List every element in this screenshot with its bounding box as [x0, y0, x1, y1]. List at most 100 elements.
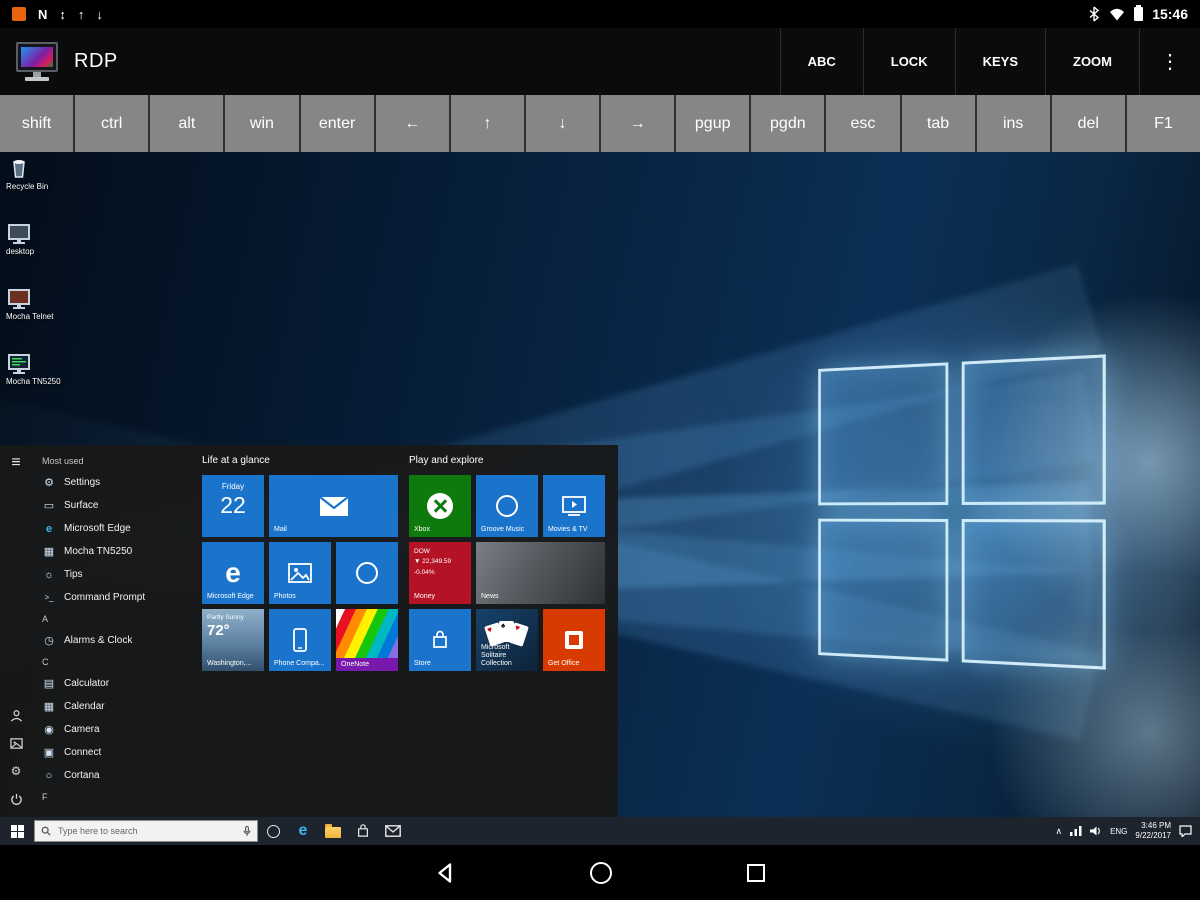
section-header-c[interactable]: C	[32, 652, 200, 672]
section-header-a[interactable]: A	[32, 609, 200, 629]
abc-button[interactable]: ABC	[780, 28, 863, 95]
money-tile[interactable]: DOW ▼ 22,349.59 -0.04% Money	[409, 542, 471, 604]
settings-icon[interactable]: ⚙	[8, 763, 24, 779]
zoom-button[interactable]: ZOOM	[1045, 28, 1139, 95]
tray-language[interactable]: ENG	[1110, 827, 1127, 836]
app-item-settings[interactable]: ⚙ Settings	[32, 471, 200, 494]
edge-icon: e	[299, 822, 308, 840]
edge-tile[interactable]: e Microsoft Edge	[202, 542, 264, 604]
bluetooth-icon	[1088, 6, 1100, 22]
start-button[interactable]	[0, 817, 34, 845]
key-esc[interactable]: esc	[826, 95, 901, 152]
app-item-tips[interactable]: ☼ Tips	[32, 563, 200, 586]
app-item-alarms-clock[interactable]: ◷ Alarms & Clock	[32, 629, 200, 652]
desktop-icon-list: Recycle Bin desktop Mocha Telnet	[6, 156, 61, 386]
desktop-icon-mocha-tn5250[interactable]: Mocha TN5250	[6, 351, 61, 386]
taskbar-mail-button[interactable]	[378, 817, 408, 845]
xbox-tile[interactable]: Xbox	[409, 475, 471, 537]
rdp-app-icon[interactable]	[14, 40, 60, 84]
home-icon	[590, 862, 612, 884]
taskbar-edge-button[interactable]: e	[288, 817, 318, 845]
key-win[interactable]: win	[225, 95, 300, 152]
tile-group-play-and-explore: Play and explore Xbox Groove Music	[409, 455, 607, 671]
edge-icon: e	[42, 523, 56, 535]
recents-icon	[747, 864, 765, 882]
taskbar-store-button[interactable]	[348, 817, 378, 845]
app-item-cortana[interactable]: ○ Cortana	[32, 764, 200, 787]
group-header: Life at a glance	[202, 455, 398, 471]
user-account-icon[interactable]	[8, 707, 24, 723]
key-del[interactable]: del	[1052, 95, 1127, 152]
keys-button[interactable]: KEYS	[955, 28, 1045, 95]
key-arrow-left[interactable]: ←	[376, 95, 451, 152]
key-arrow-down[interactable]: ↓	[526, 95, 601, 152]
desktop-icon-desktop[interactable]: desktop	[6, 221, 61, 256]
overflow-menu-button[interactable]: ⋮	[1139, 28, 1200, 95]
store-bag-icon	[355, 823, 371, 839]
recents-button[interactable]	[747, 864, 765, 882]
search-icon	[41, 826, 51, 836]
app-item-connect[interactable]: ▣ Connect	[32, 741, 200, 764]
app-item-mocha-tn5250[interactable]: ▦ Mocha TN5250	[32, 540, 200, 563]
movies-tv-tile[interactable]: Movies & TV	[543, 475, 605, 537]
settings-icon: ⚙	[42, 476, 56, 489]
mail-tile[interactable]: Mail	[269, 475, 398, 537]
news-tile[interactable]: News	[476, 542, 605, 604]
key-shift[interactable]: shift	[0, 95, 75, 152]
group-header: Play and explore	[409, 455, 607, 471]
pictures-icon[interactable]	[8, 735, 24, 751]
photos-tile[interactable]: Photos	[269, 542, 331, 604]
groove-music-tile[interactable]: Groove Music	[476, 475, 538, 537]
solitaire-tile[interactable]: ♥ ♠ ♥ Microsoft Solitaire Collection	[476, 609, 538, 671]
search-input[interactable]	[56, 825, 238, 837]
key-alt[interactable]: alt	[150, 95, 225, 152]
tray-expand-icon[interactable]: ∧	[1055, 826, 1062, 837]
weather-tile[interactable]: Partly Sunny 72° Washington,...	[202, 609, 264, 671]
key-ins[interactable]: ins	[977, 95, 1052, 152]
desktop-icon-recycle-bin[interactable]: Recycle Bin	[6, 156, 61, 191]
back-button[interactable]	[435, 862, 455, 884]
app-item-calendar[interactable]: ▦ Calendar	[32, 695, 200, 718]
key-tab[interactable]: tab	[902, 95, 977, 152]
key-f1[interactable]: F1	[1127, 95, 1200, 152]
key-toolbar: shift ctrl alt win enter ← ↑ ↓ → pgup pg…	[0, 95, 1200, 152]
key-pgdn[interactable]: pgdn	[751, 95, 826, 152]
calendar-tile[interactable]: Friday 22	[202, 475, 264, 537]
store-tile[interactable]: Store	[409, 609, 471, 671]
action-center-icon[interactable]	[1179, 825, 1192, 837]
key-ctrl[interactable]: ctrl	[75, 95, 150, 152]
phone-companion-tile[interactable]: Phone Compa...	[269, 609, 331, 671]
app-item-surface[interactable]: ▭ Surface	[32, 494, 200, 517]
power-icon[interactable]	[8, 791, 24, 807]
start-menu: ≡ ⚙ Most used ⚙ Settings	[0, 445, 618, 817]
tn5250-app-icon	[6, 351, 32, 375]
taskbar-file-explorer-button[interactable]	[318, 817, 348, 845]
taskbar-search-box[interactable]	[34, 820, 258, 842]
app-item-microsoft-edge[interactable]: e Microsoft Edge	[32, 517, 200, 540]
home-button[interactable]	[590, 862, 612, 884]
key-arrow-right[interactable]: →	[601, 95, 676, 152]
tile-group-life-at-a-glance: Life at a glance Friday 22 Mail e M	[202, 455, 398, 671]
onenote-tile[interactable]: OneNote	[336, 609, 398, 671]
windows-taskbar: e ∧ ENG 3:46 PM 9/22/2017	[0, 817, 1200, 845]
get-office-tile[interactable]: Get Office	[543, 609, 605, 671]
camera-icon: ◉	[42, 723, 56, 736]
battery-icon	[1134, 7, 1143, 21]
desktop-icon-mocha-telnet[interactable]: Mocha Telnet	[6, 286, 61, 321]
app-item-camera[interactable]: ◉ Camera	[32, 718, 200, 741]
app-item-calculator[interactable]: ▤ Calculator	[32, 672, 200, 695]
section-header-f[interactable]: F	[32, 787, 200, 807]
xbox-icon	[427, 493, 453, 519]
key-pgup[interactable]: pgup	[676, 95, 751, 152]
tray-clock[interactable]: 3:46 PM 9/22/2017	[1135, 821, 1171, 842]
network-icon[interactable]	[1070, 826, 1082, 836]
speaker-icon[interactable]	[1090, 826, 1102, 836]
key-arrow-up[interactable]: ↑	[451, 95, 526, 152]
taskbar-cortana-button[interactable]	[258, 817, 288, 845]
app-item-command-prompt[interactable]: >_ Command Prompt	[32, 586, 200, 609]
cortana-tile[interactable]	[336, 542, 398, 604]
folder-icon	[325, 827, 341, 838]
key-enter[interactable]: enter	[301, 95, 376, 152]
hamburger-icon[interactable]: ≡	[11, 455, 20, 471]
lock-button[interactable]: LOCK	[863, 28, 955, 95]
